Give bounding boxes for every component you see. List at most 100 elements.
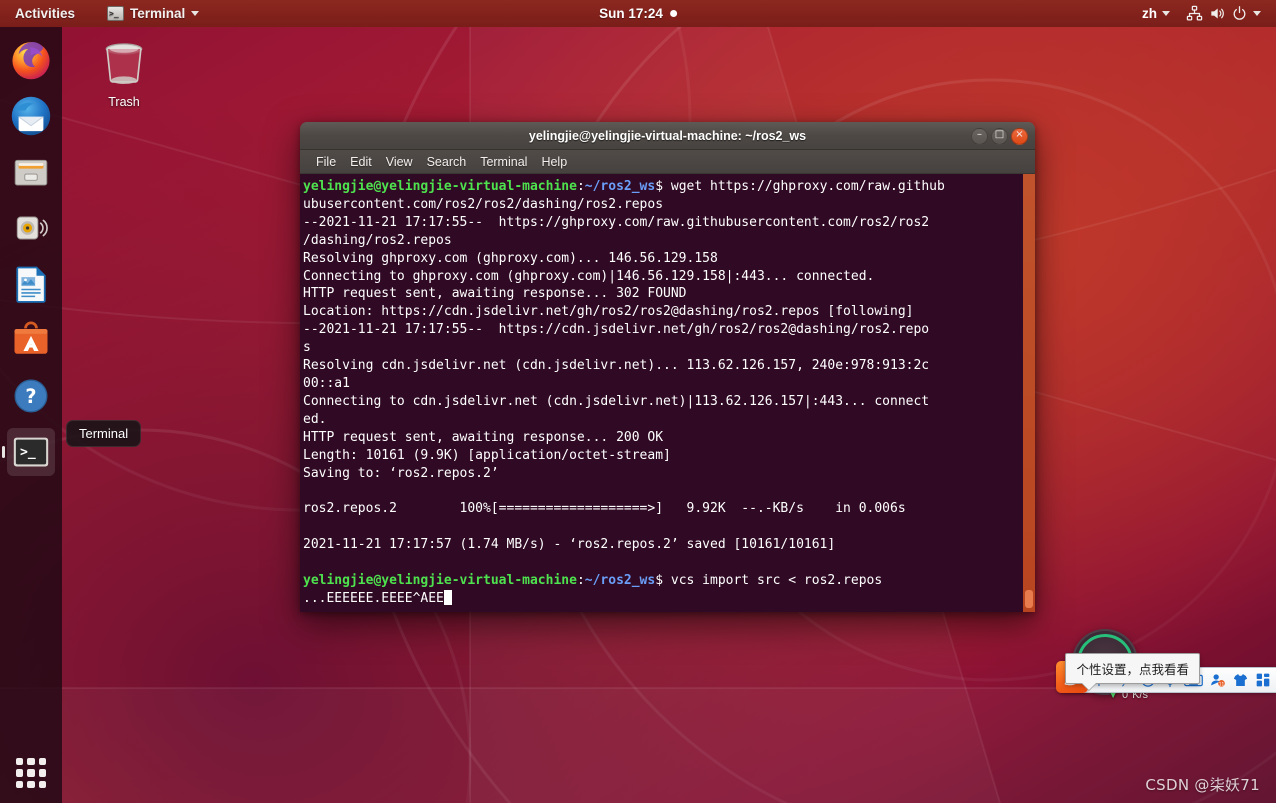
dock-item-help[interactable]: ? [7,372,55,420]
terminal-output: Length: 10161 (9.9K) [application/octet-… [303,447,671,463]
terminal-line: /dashing/ros2.repos [303,232,1031,250]
menu-item-terminal[interactable]: Terminal [474,153,533,171]
terminal-output: /dashing/ros2.repos [303,232,452,248]
menu-item-help[interactable]: Help [535,153,573,171]
menu-item-view[interactable]: View [380,153,419,171]
terminal-line: Connecting to ghproxy.com (ghproxy.com)|… [303,268,1031,286]
menu-bar: File Edit View Search Terminal Help [300,150,1035,174]
network-icon [1186,5,1203,21]
terminal-line: Resolving ghproxy.com (ghproxy.com)... 1… [303,250,1031,268]
terminal-output: s [303,340,311,356]
grid-dot [27,758,35,766]
terminal-line: Resolving cdn.jsdelivr.net (cdn.jsdelivr… [303,357,1031,375]
terminal-output: Resolving ghproxy.com (ghproxy.com)... 1… [303,250,718,266]
dock-tooltip: Terminal [66,420,142,447]
terminal-output: 00::a1 [303,375,350,391]
dock-item-ubuntu-software[interactable] [7,316,55,364]
dock: ? >_ [0,27,62,803]
window-buttons: – □ × [971,122,1028,150]
grid-dot [16,758,24,766]
terminal-scrollbar-thumb[interactable] [1025,590,1033,608]
terminal-line: s [303,339,1031,357]
activities-button[interactable]: Activities [6,0,84,27]
tshirt-icon [1233,674,1248,686]
terminal-line: Length: 10161 (9.9K) [application/octet-… [303,447,1031,465]
window-titlebar[interactable]: yelingjie@yelingjie-virtual-machine: ~/r… [300,122,1035,150]
user-icon: 11 [1211,674,1225,687]
ime-user-account-button[interactable]: 11 [1206,668,1229,692]
app-menu-button[interactable]: Terminal [98,0,208,27]
terminal-output-area[interactable]: yelingjie@yelingjie-virtual-machine: ~/ro… [300,174,1035,612]
app-menu-label: Terminal [130,6,186,21]
svg-text:?: ? [25,385,36,408]
terminal-output: --2021-11-21 17:17:55-- https://ghproxy.… [303,214,930,230]
system-status-area: zh [1135,0,1276,27]
terminal-prompt-separator: : [576,572,585,588]
ime-toolbox-button[interactable] [1252,668,1274,692]
terminal-icon: >_ [13,437,49,467]
terminal-output: ros2.repos.2 100%[===================>] … [303,501,906,517]
terminal-output: HTTP request sent, awaiting response... … [303,429,664,445]
show-applications-button[interactable] [9,751,53,795]
grid-dot [16,769,24,777]
terminal-line: ed. [303,411,1031,429]
terminal-output: ...EEEEEE.EEEE^AEE [303,590,444,606]
firefox-icon [12,42,50,80]
grid-dot [38,780,46,788]
dock-item-rhythmbox[interactable] [7,204,55,252]
activities-label: Activities [15,6,76,21]
terminal-prompt-path: ~/ros2_ws [584,179,656,194]
minimize-button[interactable]: – [971,127,988,145]
terminal-output: Connecting to cdn.jsdelivr.net (cdn.jsde… [303,393,930,409]
help-icon: ? [14,379,48,413]
close-button[interactable]: × [1011,127,1028,145]
trash-icon [105,43,143,84]
menu-item-edit[interactable]: Edit [344,153,378,171]
power-icon [1233,6,1246,20]
keyboard-layout-button[interactable]: zh [1135,0,1177,27]
ime-skin-button[interactable] [1229,668,1252,692]
dock-item-firefox[interactable] [7,36,55,84]
terminal-output: Saving to: ‘ros2.repos.2’ [303,465,499,481]
terminal-command: $ wget https://ghproxy.com/raw.github [655,179,945,194]
dock-item-libreoffice-writer[interactable] [7,260,55,308]
terminal-output: Resolving cdn.jsdelivr.net (cdn.jsdelivr… [303,358,930,374]
dock-item-files[interactable] [7,148,55,196]
terminal-line: ...EEEEEE.EEEE^AEE [303,589,1031,608]
terminal-line: --2021-11-21 17:17:55-- https://ghproxy.… [303,214,1031,232]
desktop-icon-trash[interactable]: Trash [88,38,160,109]
grid-icon [1256,673,1270,687]
clock-label: Sun 17:24 [599,6,663,21]
volume-icon [1211,8,1224,19]
system-menu-button[interactable] [1179,0,1268,27]
terminal-line: 00::a1 [303,375,1031,393]
grid-dot [27,769,35,777]
terminal-output: ubusercontent.com/ros2/ros2/dashing/ros2… [303,196,664,212]
terminal-output: Location: https://cdn.jsdelivr.net/gh/ro… [303,304,914,320]
terminal-line: Location: https://cdn.jsdelivr.net/gh/ro… [303,303,1031,321]
dock-item-thunderbird[interactable] [7,92,55,140]
terminal-scrollbar[interactable] [1023,174,1035,612]
terminal-line: 2021-11-21 17:17:57 (1.74 MB/s) - ‘ros2.… [303,536,1031,554]
dock-item-terminal[interactable]: >_ [2,428,55,476]
grid-dot [27,780,35,788]
terminal-window[interactable]: yelingjie@yelingjie-virtual-machine: ~/r… [300,122,1035,612]
terminal-prompt-user: yelingjie@yelingjie-virtual-machine [303,572,577,588]
files-icon [14,159,48,186]
chevron-down-icon [191,11,200,16]
terminal-text: yelingjie@yelingjie-virtual-machine: ~/ro… [302,178,1031,608]
thunderbird-icon [11,96,51,136]
clock-button[interactable]: Sun 17:24 [590,0,686,27]
terminal-prompt-user: yelingjie@yelingjie-virtual-machine [303,179,577,194]
menu-item-search[interactable]: Search [421,153,473,171]
grid-dot [16,780,24,788]
maximize-button[interactable]: □ [991,127,1008,145]
terminal-output: HTTP request sent, awaiting response... … [303,286,687,302]
terminal-line: ros2.repos.2 100%[===================>] … [303,500,1031,518]
menu-item-file[interactable]: File [310,153,342,171]
notification-dot-icon [669,10,677,17]
terminal-line: HTTP request sent, awaiting response... … [303,429,1031,447]
close-icon: × [1015,129,1024,140]
terminal-line: yelingjie@yelingjie-virtual-machine:~/ro… [303,572,1031,590]
